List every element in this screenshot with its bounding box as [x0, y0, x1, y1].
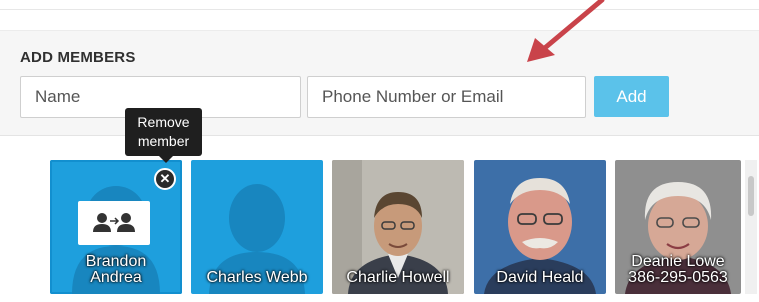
member-tile-charlie-howell[interactable]: Charlie Howell	[332, 160, 464, 294]
scrollbar[interactable]	[745, 160, 757, 294]
member-name: Deanie Lowe 386-295-0563	[628, 253, 728, 286]
scrollbar-thumb[interactable]	[748, 176, 754, 216]
tooltip-arrow	[159, 156, 173, 163]
member-name: David Heald	[496, 269, 584, 286]
group-badge	[78, 201, 150, 245]
add-members-title: ADD MEMBERS	[20, 49, 136, 66]
member-tile-david-heald[interactable]: David Heald	[474, 160, 606, 294]
add-button[interactable]: Add	[594, 76, 669, 117]
remove-member-tooltip: Remove member	[125, 108, 202, 156]
member-name: Charles Webb	[206, 269, 308, 286]
remove-member-button[interactable]: ✕	[154, 168, 176, 190]
member-tile-brandon-andrea[interactable]: ✕ Brandon Andrea	[50, 160, 182, 294]
group-icon	[93, 213, 135, 232]
member-tile-deanie-lowe[interactable]: Deanie Lowe 386-295-0563	[615, 160, 741, 294]
member-name: Charlie Howell	[346, 269, 450, 286]
top-divider	[0, 0, 759, 10]
member-tile-charles-webb[interactable]: Charles Webb	[191, 160, 323, 294]
member-name: Brandon Andrea	[85, 253, 147, 286]
phone-email-input[interactable]	[307, 76, 586, 118]
